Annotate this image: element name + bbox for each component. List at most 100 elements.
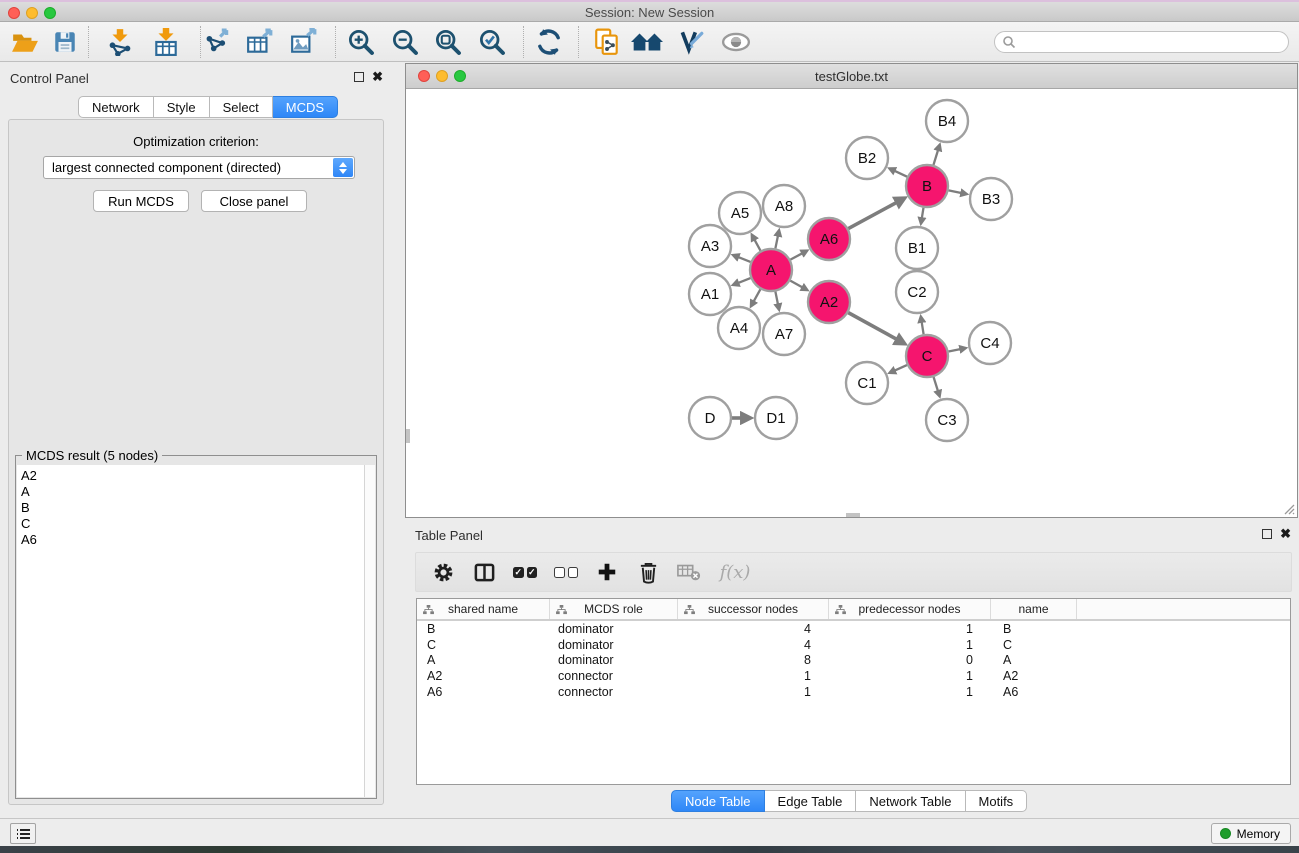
- graph-edge[interactable]: [949, 349, 961, 351]
- tab-network-table[interactable]: Network Table: [856, 790, 965, 812]
- save-session-icon[interactable]: [46, 22, 84, 62]
- delete-column-icon[interactable]: [636, 560, 660, 584]
- table-cell[interactable]: 1: [829, 637, 991, 653]
- graph-edge[interactable]: [922, 322, 924, 334]
- run-mcds-button[interactable]: Run MCDS: [93, 190, 189, 212]
- table-cell[interactable]: A6: [991, 684, 1077, 700]
- table-cell[interactable]: B: [991, 621, 1077, 637]
- tab-network[interactable]: Network: [78, 96, 154, 118]
- table-cell[interactable]: B: [417, 621, 550, 637]
- tab-motifs[interactable]: Motifs: [966, 790, 1028, 812]
- select-all-icon[interactable]: ✓✓: [513, 560, 537, 584]
- table-cell[interactable]: A2: [417, 668, 550, 684]
- export-network-icon[interactable]: [199, 22, 237, 62]
- export-image-icon[interactable]: [285, 22, 323, 62]
- column-header-successor-nodes[interactable]: successor nodes: [678, 599, 829, 619]
- table-cell[interactable]: connector: [550, 684, 678, 700]
- apply-style-icon[interactable]: [672, 22, 710, 62]
- deselect-all-icon[interactable]: [554, 560, 578, 584]
- graph-edge[interactable]: [895, 171, 908, 177]
- import-network-icon[interactable]: [101, 22, 139, 62]
- table-row[interactable]: A6connector11A6: [417, 684, 1290, 700]
- search-field[interactable]: [994, 31, 1289, 53]
- tab-node-table[interactable]: Node Table: [671, 790, 765, 812]
- graph-edge[interactable]: [848, 202, 896, 228]
- table-cell[interactable]: connector: [550, 668, 678, 684]
- table-cell[interactable]: dominator: [550, 652, 678, 668]
- table-cell[interactable]: 0: [829, 652, 991, 668]
- table-cell[interactable]: A: [417, 652, 550, 668]
- graph-edge[interactable]: [933, 150, 938, 165]
- refresh-network-icon[interactable]: [530, 22, 568, 62]
- graph-edge[interactable]: [738, 278, 750, 283]
- resize-grip-icon[interactable]: [1281, 501, 1295, 515]
- memory-button[interactable]: Memory: [1211, 823, 1291, 844]
- table-row[interactable]: Bdominator41B: [417, 621, 1290, 637]
- show-hide-graphics-icon[interactable]: [717, 22, 755, 62]
- float-panel-icon[interactable]: [354, 72, 364, 82]
- column-header-predecessor-nodes[interactable]: predecessor nodes: [829, 599, 991, 619]
- import-table-icon[interactable]: [147, 22, 185, 62]
- close-panel-button[interactable]: Close panel: [201, 190, 307, 212]
- show-panels-button[interactable]: [10, 823, 36, 844]
- canvas-hscroll-thumb[interactable]: [846, 513, 860, 517]
- new-network-from-selection-icon[interactable]: [588, 22, 626, 62]
- table-cell[interactable]: C: [991, 637, 1077, 653]
- result-item[interactable]: C: [21, 516, 364, 532]
- table-cell[interactable]: A6: [417, 684, 550, 700]
- criterion-select[interactable]: largest connected component (directed): [43, 156, 355, 179]
- graph-edge[interactable]: [775, 236, 778, 249]
- close-panel-icon[interactable]: ✖: [372, 72, 383, 82]
- table-row[interactable]: A2connector11A2: [417, 668, 1290, 684]
- canvas-vscroll-thumb[interactable]: [406, 429, 410, 443]
- toggle-column-view-icon[interactable]: [472, 560, 496, 584]
- network-graph[interactable]: B4B2BB3B1A5A8A6A3AA1C2A2A4A7C4CC1C3DD1: [406, 89, 1297, 517]
- table-cell[interactable]: 1: [829, 621, 991, 637]
- table-cell[interactable]: 4: [678, 621, 829, 637]
- graph-edge[interactable]: [755, 240, 761, 251]
- delete-table-icon[interactable]: [677, 560, 701, 584]
- mcds-result-list[interactable]: A2ABCA6: [17, 465, 365, 797]
- graph-edge[interactable]: [848, 313, 896, 340]
- network-canvas[interactable]: B4B2BB3B1A5A8A6A3AA1C2A2A4A7C4CC1C3DD1: [406, 89, 1297, 517]
- zoom-selected-icon[interactable]: [473, 22, 511, 62]
- tab-mcds[interactable]: MCDS: [273, 96, 338, 118]
- function-builder-icon[interactable]: f(x): [718, 560, 752, 584]
- zoom-out-icon[interactable]: [386, 22, 424, 62]
- tab-select[interactable]: Select: [210, 96, 273, 118]
- tab-style[interactable]: Style: [154, 96, 210, 118]
- add-column-icon[interactable]: [595, 560, 619, 584]
- table-cell[interactable]: A2: [991, 668, 1077, 684]
- network-window-titlebar[interactable]: testGlobe.txt: [406, 64, 1297, 89]
- table-cell[interactable]: C: [417, 637, 550, 653]
- graph-edge[interactable]: [754, 289, 761, 301]
- graph-edge[interactable]: [922, 208, 924, 218]
- float-table-panel-icon[interactable]: [1262, 529, 1272, 539]
- zoom-fit-icon[interactable]: [429, 22, 467, 62]
- table-cell[interactable]: 1: [678, 668, 829, 684]
- search-input[interactable]: [1020, 33, 1288, 51]
- home-layout-icon[interactable]: [628, 22, 666, 62]
- graph-edge[interactable]: [790, 253, 802, 259]
- table-cell[interactable]: 8: [678, 652, 829, 668]
- open-session-icon[interactable]: [6, 22, 44, 62]
- result-item[interactable]: A6: [21, 532, 364, 548]
- table-cell[interactable]: 1: [829, 684, 991, 700]
- export-table-icon[interactable]: [241, 22, 279, 62]
- table-cell[interactable]: 4: [678, 637, 829, 653]
- column-header-MCDS-role[interactable]: MCDS role: [550, 599, 678, 619]
- graph-edge[interactable]: [895, 365, 907, 371]
- result-item[interactable]: A2: [21, 468, 364, 484]
- settings-gear-icon[interactable]: [431, 560, 455, 584]
- result-item[interactable]: A: [21, 484, 364, 500]
- result-item[interactable]: B: [21, 500, 364, 516]
- graph-edge[interactable]: [949, 190, 962, 193]
- column-header-name[interactable]: name: [991, 599, 1077, 619]
- table-cell[interactable]: 1: [678, 684, 829, 700]
- graph-edge[interactable]: [738, 257, 750, 262]
- graph-edge[interactable]: [790, 281, 802, 288]
- table-cell[interactable]: dominator: [550, 637, 678, 653]
- table-cell[interactable]: dominator: [550, 621, 678, 637]
- table-cell[interactable]: A: [991, 652, 1077, 668]
- tab-edge-table[interactable]: Edge Table: [765, 790, 857, 812]
